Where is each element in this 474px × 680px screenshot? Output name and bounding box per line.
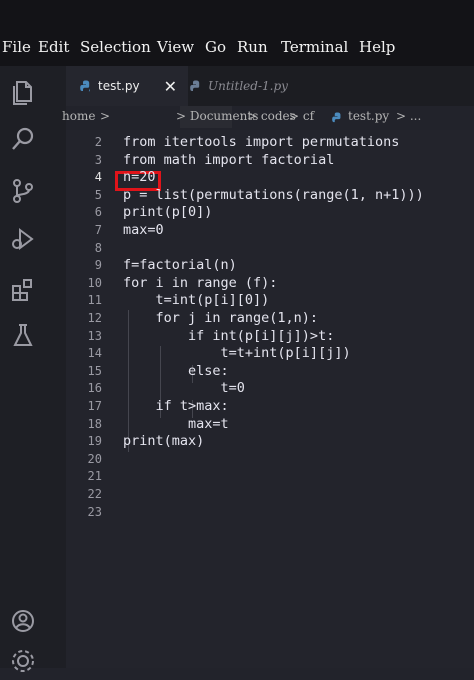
testing-icon[interactable]: [8, 320, 38, 350]
breadcrumb-file[interactable]: test.py: [348, 109, 389, 123]
breadcrumb: home > > Documents > codes > cf test.py …: [62, 106, 474, 130]
code-line[interactable]: t=0: [123, 380, 245, 396]
code-line[interactable]: t=t+int(p[i][j]): [123, 345, 351, 361]
line-number: 5: [94, 187, 102, 202]
menu-bar: File Edit Selection View Go Run Terminal…: [0, 0, 474, 66]
line-number: 3: [94, 152, 102, 167]
code-line[interactable]: p = list(permutations(range(1, n+1))): [123, 187, 424, 203]
tab-untitled-1[interactable]: Untitled-1.py: [190, 66, 390, 106]
line-number: 19: [87, 434, 102, 449]
breadcrumb-cf[interactable]: > cf: [289, 109, 314, 123]
breadcrumb-documents[interactable]: > Documents: [176, 109, 258, 123]
line-number: 23: [87, 504, 102, 519]
menu-edit[interactable]: Edit: [38, 38, 69, 56]
line-number: 10: [87, 275, 102, 290]
line-number: 2: [94, 135, 102, 149]
run-debug-icon[interactable]: [8, 224, 38, 254]
code-line[interactable]: max=0: [123, 222, 164, 238]
files-icon[interactable]: [8, 78, 38, 108]
code-line[interactable]: else:: [123, 363, 229, 379]
code-line[interactable]: print(p[0]): [123, 204, 212, 220]
code-line[interactable]: if t>max:: [123, 398, 229, 414]
code-line[interactable]: if int(p[i][j])>t:: [123, 328, 334, 344]
settings-icon[interactable]: [8, 646, 38, 676]
line-number: 6: [94, 205, 102, 220]
tab-label: Untitled-1.py: [208, 79, 288, 93]
line-number: 21: [87, 469, 102, 484]
line-number: 15: [87, 363, 102, 378]
menu-go[interactable]: Go: [205, 38, 226, 56]
search-icon[interactable]: [8, 124, 38, 154]
python-file-icon: [332, 112, 341, 123]
line-number: 14: [87, 346, 102, 361]
breadcrumb-separator: >: [100, 109, 111, 123]
menu-file[interactable]: File: [2, 38, 31, 56]
code-line[interactable]: from itertools import permutations: [123, 134, 399, 150]
extensions-icon[interactable]: [8, 274, 38, 304]
line-number: 13: [87, 328, 102, 343]
code-editor[interactable]: 2 3 4 5 6 7 8 9 10 11 12 13 14 15 16 17 18 19 20 21 22 23 fro…: [66, 130, 474, 668]
tab-test-py[interactable]: test.py ✕: [66, 66, 188, 106]
tab-bar: test.py ✕ Untitled-1.py: [66, 66, 474, 106]
menu-view[interactable]: View: [157, 38, 194, 56]
line-number: 11: [87, 293, 102, 308]
account-icon[interactable]: [8, 606, 38, 636]
menu-run[interactable]: Run: [237, 38, 268, 56]
line-number: 20: [87, 451, 102, 466]
breadcrumb-home[interactable]: home: [62, 109, 95, 123]
code-line[interactable]: print(max): [123, 433, 204, 449]
code-line[interactable]: from math import factorial: [123, 152, 334, 168]
menu-selection[interactable]: Selection: [80, 38, 151, 56]
code-line[interactable]: for j in range(1,n):: [123, 310, 319, 326]
line-number-gutter: 2 3 4 5 6 7 8 9 10 11 12 13 14 15 16 17 18 19 20 21 22 23: [66, 130, 106, 668]
code-line[interactable]: for i in range (f):: [123, 275, 277, 291]
line-number: 8: [94, 240, 102, 255]
breadcrumb-more[interactable]: > ...: [396, 109, 421, 123]
line-number: 7: [94, 223, 102, 237]
line-number: 12: [87, 311, 102, 325]
menu-help[interactable]: Help: [359, 38, 395, 56]
line-number: 16: [87, 381, 102, 396]
line-number: 18: [87, 416, 102, 431]
code-line[interactable]: f=factorial(n): [123, 257, 237, 273]
line-number: 22: [87, 487, 102, 501]
tab-label: test.py: [98, 79, 140, 93]
activity-bar: [0, 66, 66, 672]
code-line[interactable]: t=int(p[i][0]): [123, 292, 270, 308]
line-number: 9: [94, 258, 102, 273]
menu-terminal[interactable]: Terminal: [281, 38, 348, 56]
close-icon[interactable]: ✕: [164, 77, 177, 96]
code-line[interactable]: max=t: [123, 416, 229, 432]
source-control-icon[interactable]: [8, 176, 38, 206]
line-number: 4: [94, 170, 102, 185]
python-file-icon: [80, 80, 90, 92]
code-line[interactable]: n=20: [123, 169, 156, 185]
python-file-icon: [190, 80, 200, 91]
line-number: 17: [87, 399, 102, 413]
